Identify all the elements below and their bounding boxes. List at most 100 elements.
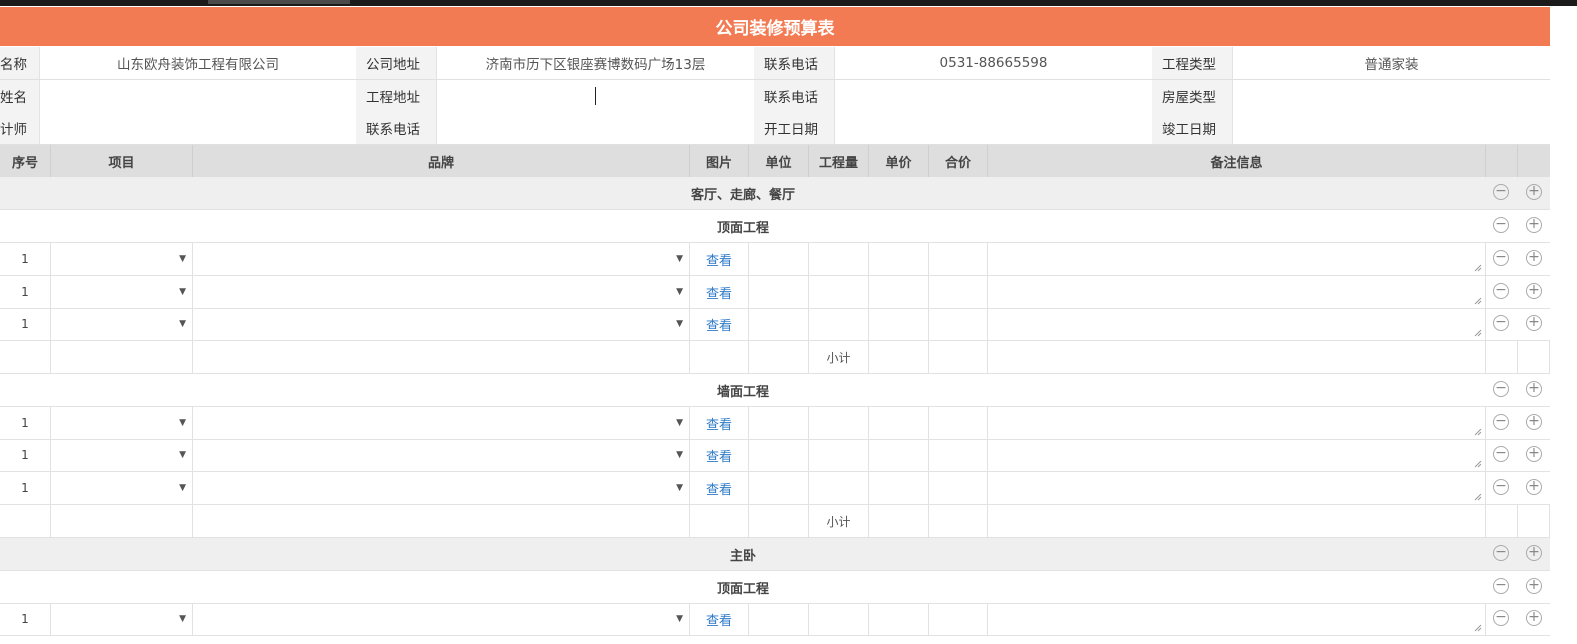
plus-circle-icon[interactable]: +: [1526, 578, 1542, 594]
brand-select[interactable]: ▼: [193, 276, 690, 308]
quantity-cell[interactable]: [809, 472, 869, 504]
info-value-field[interactable]: 济南市历下区银座赛博数码广场13层: [436, 47, 754, 79]
item-select[interactable]: ▼: [51, 603, 193, 635]
brand-select[interactable]: ▼: [193, 439, 690, 471]
view-image-link[interactable]: 查看: [690, 407, 749, 439]
minus-circle-icon[interactable]: −: [1493, 545, 1509, 561]
resize-handle-icon[interactable]: [1474, 329, 1482, 337]
remarks-textarea[interactable]: [988, 472, 1486, 504]
info-value-field[interactable]: 山东欧舟装饰工程有限公司: [39, 47, 356, 79]
brand-select[interactable]: ▼: [193, 472, 690, 504]
info-value-field[interactable]: [436, 112, 754, 144]
item-select[interactable]: ▼: [51, 276, 193, 308]
unit-cell[interactable]: [749, 243, 809, 275]
view-image-link[interactable]: 查看: [690, 276, 749, 308]
info-value-field[interactable]: 0531-88665598: [834, 47, 1152, 79]
resize-handle-icon[interactable]: [1474, 428, 1482, 436]
info-value-field[interactable]: [834, 80, 1152, 112]
plus-circle-icon[interactable]: +: [1526, 545, 1542, 561]
unit-cell[interactable]: [749, 276, 809, 308]
resize-handle-icon[interactable]: [1474, 297, 1482, 305]
minus-circle-icon[interactable]: −: [1493, 217, 1509, 233]
resize-handle-icon[interactable]: [1474, 493, 1482, 501]
unit-price-cell[interactable]: [869, 472, 929, 504]
item-select[interactable]: ▼: [51, 407, 193, 439]
unit-price-cell[interactable]: [869, 439, 929, 471]
plus-circle-icon[interactable]: +: [1526, 479, 1542, 495]
minus-circle-icon[interactable]: −: [1493, 414, 1509, 430]
brand-select[interactable]: ▼: [193, 603, 690, 635]
quantity-cell[interactable]: [809, 243, 869, 275]
info-value-field[interactable]: [834, 112, 1152, 144]
view-image-link[interactable]: 查看: [690, 439, 749, 471]
total-cell[interactable]: [929, 243, 988, 275]
view-image-link[interactable]: 查看: [690, 243, 749, 275]
plus-circle-icon[interactable]: +: [1526, 610, 1542, 626]
unit-price-cell[interactable]: [869, 308, 929, 340]
minus-circle-icon[interactable]: −: [1493, 283, 1509, 299]
view-image-link[interactable]: 查看: [690, 603, 749, 635]
remarks-textarea[interactable]: [988, 407, 1486, 439]
plus-circle-icon[interactable]: +: [1526, 414, 1542, 430]
item-select[interactable]: ▼: [51, 308, 193, 340]
remarks-textarea[interactable]: [988, 439, 1486, 471]
plus-circle-icon[interactable]: +: [1526, 250, 1542, 266]
plus-circle-icon[interactable]: +: [1526, 283, 1542, 299]
subtotal-cell: [869, 341, 929, 373]
info-value-field[interactable]: [1232, 112, 1550, 144]
plus-circle-icon[interactable]: +: [1526, 446, 1542, 462]
quantity-cell[interactable]: [809, 439, 869, 471]
resize-handle-icon[interactable]: [1474, 460, 1482, 468]
remarks-textarea[interactable]: [988, 276, 1486, 308]
total-cell[interactable]: [929, 276, 988, 308]
unit-price-cell[interactable]: [869, 407, 929, 439]
brand-select[interactable]: ▼: [193, 407, 690, 439]
total-cell[interactable]: [929, 439, 988, 471]
unit-price-cell[interactable]: [869, 603, 929, 635]
item-select[interactable]: ▼: [51, 472, 193, 504]
remarks-textarea[interactable]: [988, 308, 1486, 340]
info-value-field[interactable]: [39, 80, 356, 112]
unit-cell[interactable]: [749, 439, 809, 471]
unit-cell[interactable]: [749, 603, 809, 635]
minus-circle-icon[interactable]: −: [1493, 250, 1509, 266]
remarks-textarea[interactable]: [988, 603, 1486, 635]
view-image-link[interactable]: 查看: [690, 308, 749, 340]
browser-tab[interactable]: [208, 0, 350, 4]
total-cell[interactable]: [929, 603, 988, 635]
plus-circle-icon[interactable]: +: [1526, 315, 1542, 331]
item-select[interactable]: ▼: [51, 243, 193, 275]
total-cell[interactable]: [929, 308, 988, 340]
quantity-cell[interactable]: [809, 603, 869, 635]
resize-handle-icon[interactable]: [1474, 264, 1482, 272]
remarks-textarea[interactable]: [988, 243, 1486, 275]
plus-circle-icon[interactable]: +: [1526, 381, 1542, 397]
unit-price-cell[interactable]: [869, 276, 929, 308]
minus-circle-icon[interactable]: −: [1493, 315, 1509, 331]
brand-select[interactable]: ▼: [193, 243, 690, 275]
plus-circle-icon[interactable]: +: [1526, 217, 1542, 233]
item-select[interactable]: ▼: [51, 439, 193, 471]
unit-cell[interactable]: [749, 308, 809, 340]
quantity-cell[interactable]: [809, 276, 869, 308]
minus-circle-icon[interactable]: −: [1493, 479, 1509, 495]
total-cell[interactable]: [929, 472, 988, 504]
plus-circle-icon[interactable]: +: [1526, 184, 1542, 200]
minus-circle-icon[interactable]: −: [1493, 381, 1509, 397]
quantity-cell[interactable]: [809, 407, 869, 439]
info-value-field[interactable]: [39, 112, 356, 144]
info-value-field[interactable]: 普通家装: [1232, 47, 1550, 79]
unit-price-cell[interactable]: [869, 243, 929, 275]
info-value-field[interactable]: [1232, 80, 1550, 112]
brand-select[interactable]: ▼: [193, 308, 690, 340]
unit-cell[interactable]: [749, 472, 809, 504]
minus-circle-icon[interactable]: −: [1493, 578, 1509, 594]
minus-circle-icon[interactable]: −: [1493, 184, 1509, 200]
minus-circle-icon[interactable]: −: [1493, 446, 1509, 462]
unit-cell[interactable]: [749, 407, 809, 439]
view-image-link[interactable]: 查看: [690, 472, 749, 504]
minus-circle-icon[interactable]: −: [1493, 610, 1509, 626]
resize-handle-icon[interactable]: [1474, 624, 1482, 632]
quantity-cell[interactable]: [809, 308, 869, 340]
total-cell[interactable]: [929, 407, 988, 439]
